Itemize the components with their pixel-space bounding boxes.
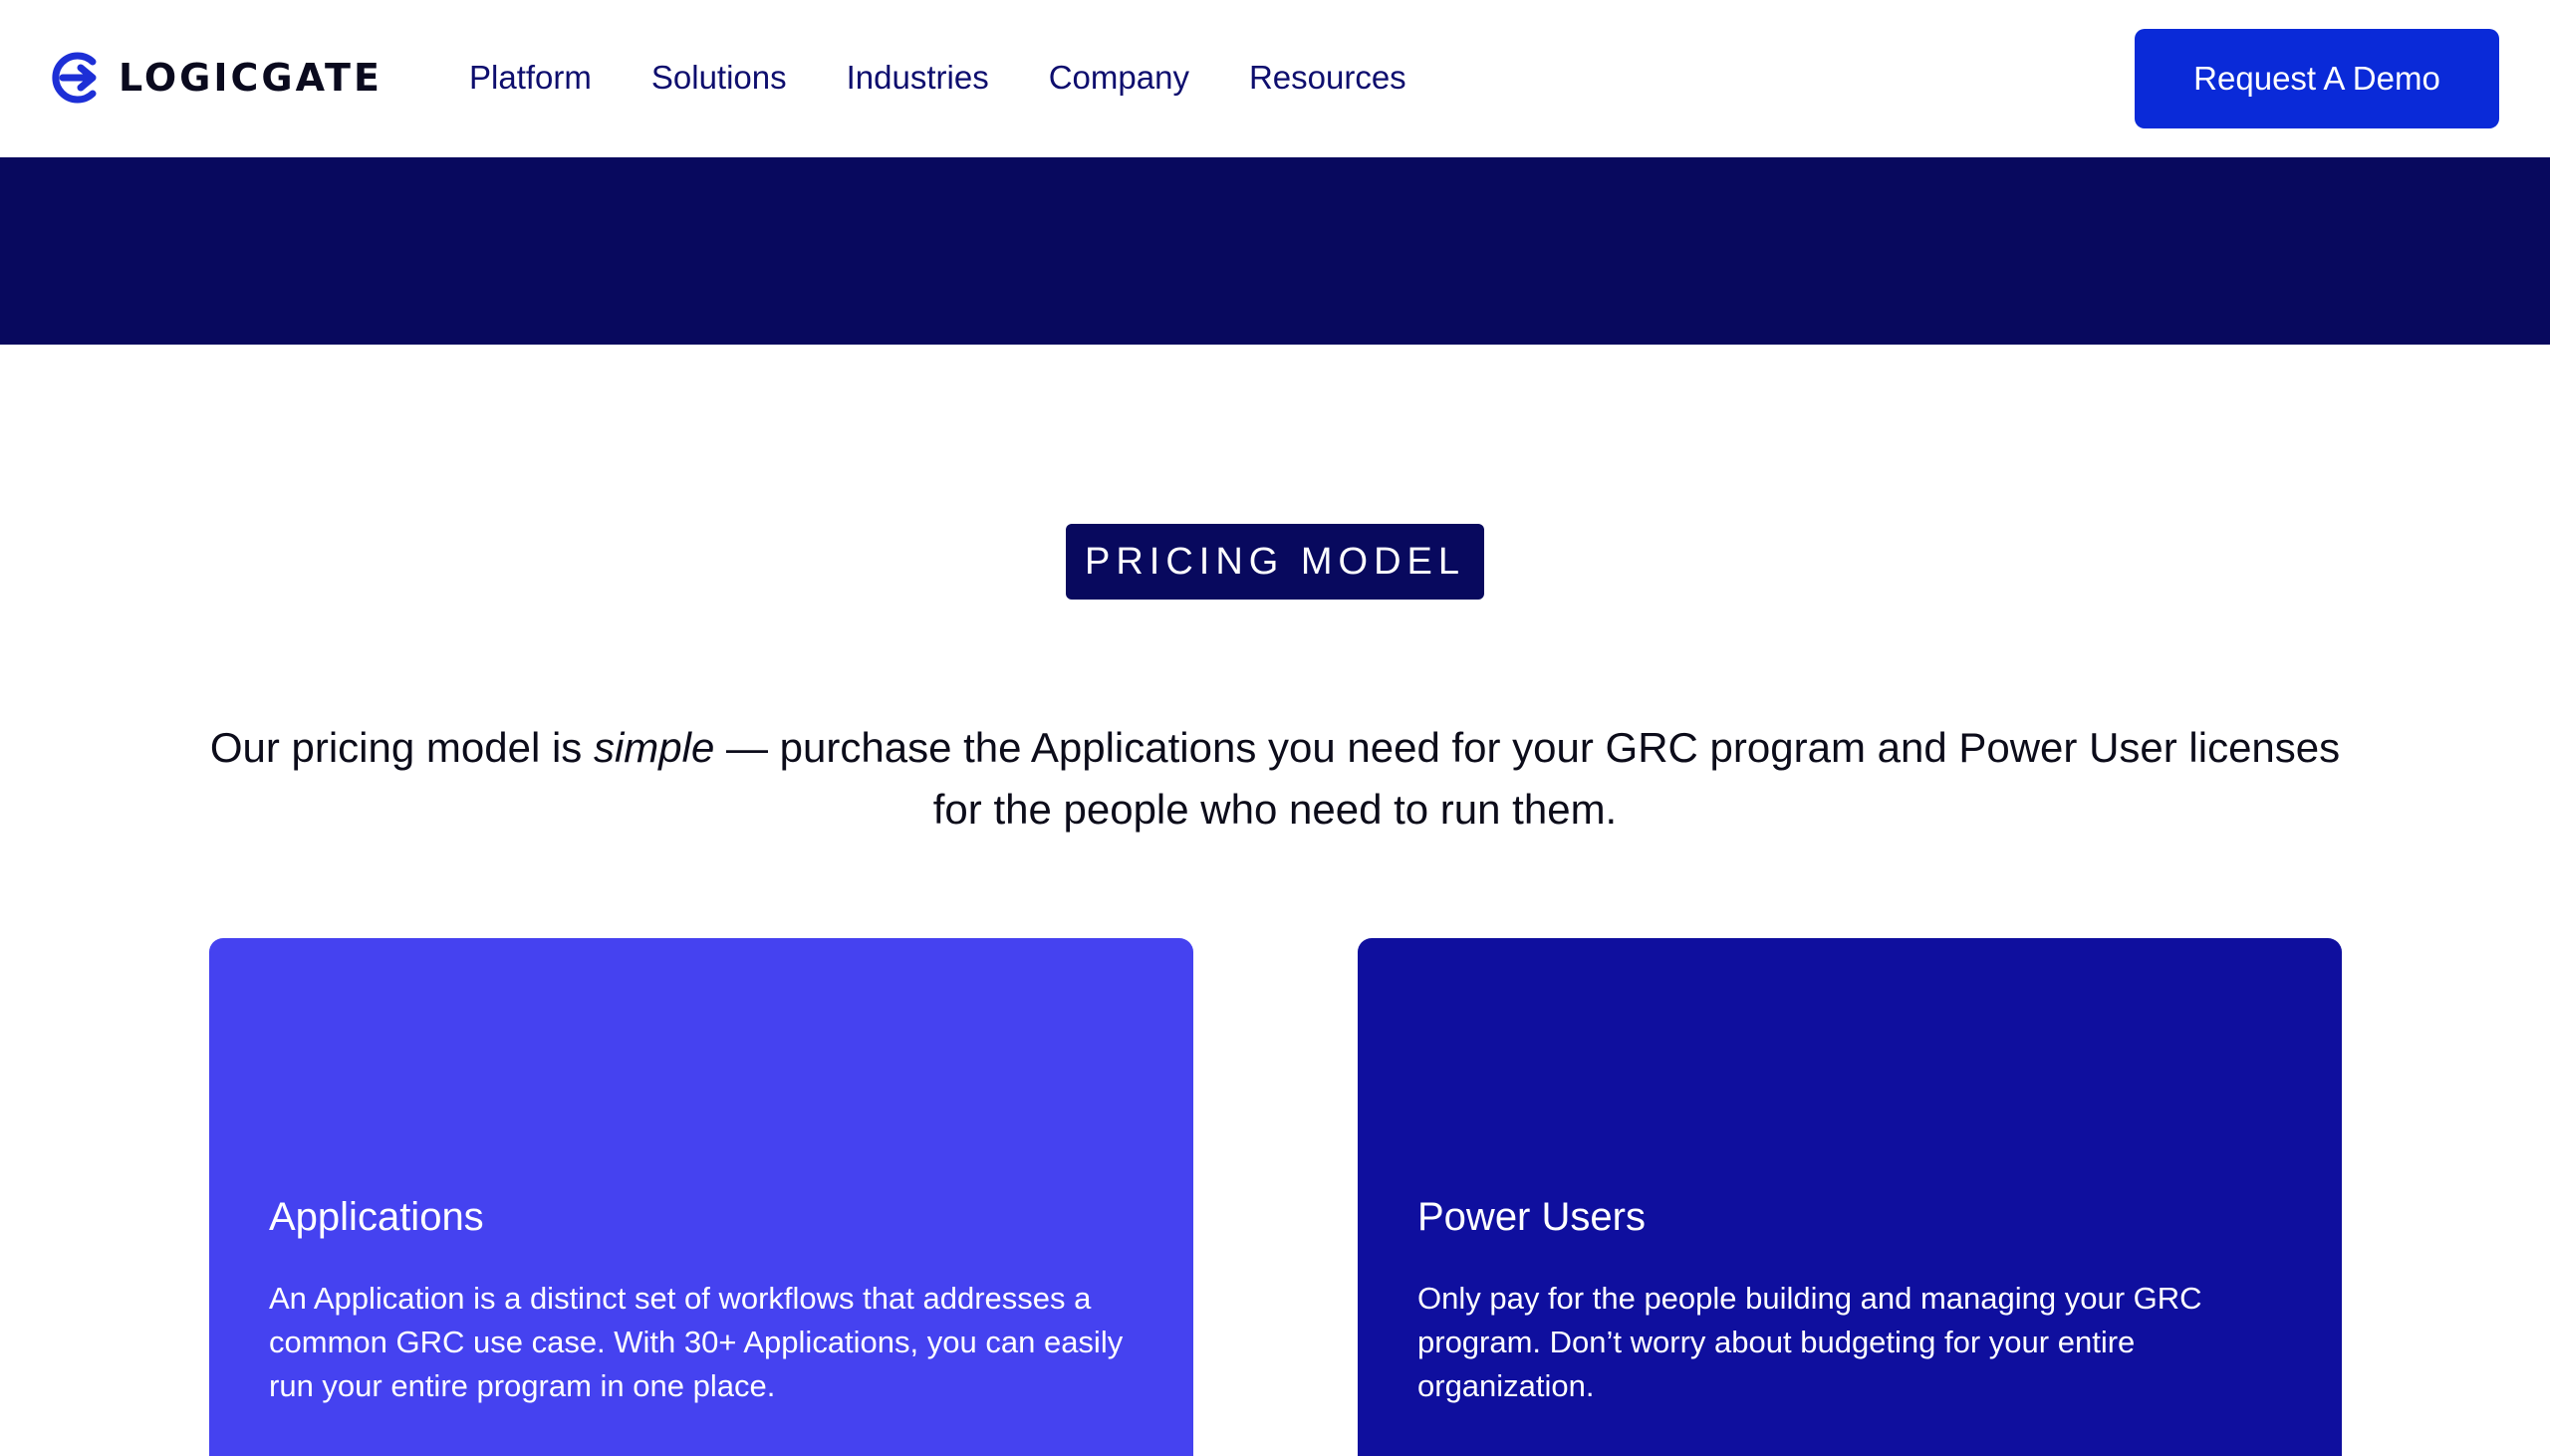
pricing-model-badge: PRICING MODEL bbox=[1066, 524, 1484, 600]
intro-emphasis: simple bbox=[593, 724, 715, 771]
hero-band bbox=[0, 157, 2550, 345]
applications-card-body: An Application is a distinct set of work… bbox=[269, 1281, 1124, 1403]
logo-text: LOGICGATE bbox=[119, 56, 382, 100]
power-users-card: Power Users Only pay for the people buil… bbox=[1358, 938, 2342, 1456]
nav-solutions[interactable]: Solutions bbox=[651, 59, 787, 97]
request-demo-button[interactable]: Request A Demo bbox=[2135, 29, 2499, 128]
logo[interactable]: LOGICGATE bbox=[49, 50, 382, 106]
main-nav: Platform Solutions Industries Company Re… bbox=[469, 52, 1466, 104]
intro-text-start: Our pricing model is bbox=[209, 724, 594, 771]
nav-industries[interactable]: Industries bbox=[847, 59, 989, 97]
nav-company[interactable]: Company bbox=[1049, 59, 1189, 97]
applications-card-title: Applications bbox=[269, 1195, 484, 1239]
logicgate-logo-icon bbox=[49, 50, 105, 106]
pricing-intro: Our pricing model is simple — purchase t… bbox=[199, 717, 2351, 841]
nav-resources[interactable]: Resources bbox=[1249, 59, 1406, 97]
power-users-card-body: Only pay for the people building and man… bbox=[1417, 1281, 2202, 1403]
power-users-card-title: Power Users bbox=[1417, 1195, 1646, 1239]
intro-text-end: — purchase the Applications you need for… bbox=[714, 724, 2341, 833]
applications-card: Applications An Application is a distinc… bbox=[209, 938, 1193, 1456]
site-header: LOGICGATE Platform Solutions Industries … bbox=[0, 0, 2550, 157]
nav-platform[interactable]: Platform bbox=[469, 59, 592, 97]
